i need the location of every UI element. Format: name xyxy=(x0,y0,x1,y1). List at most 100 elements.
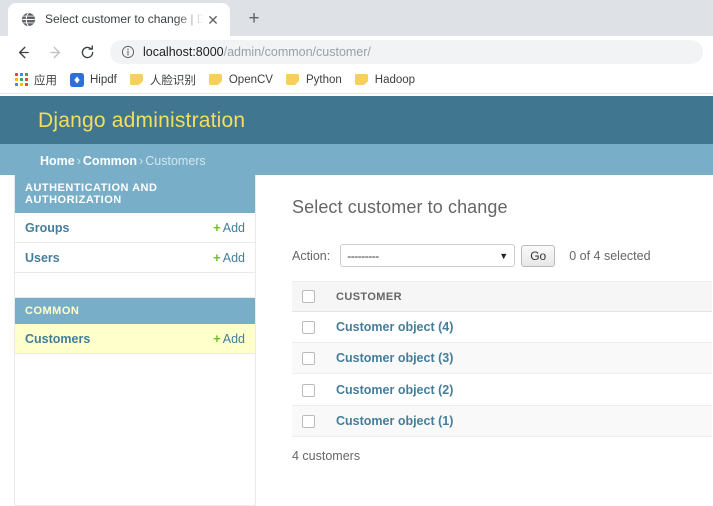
row-select-cell xyxy=(292,311,326,344)
bookmark-label: 人脸识别 xyxy=(149,74,196,87)
column-header-customer[interactable]: CUSTOMER xyxy=(326,281,712,312)
bookmark-apps[interactable]: 应用 xyxy=(10,69,64,91)
action-selected-value: --------- xyxy=(347,248,379,263)
add-link-customers[interactable]: Add xyxy=(223,332,245,346)
site-title: Django administration xyxy=(38,109,246,132)
bookmark-opencv[interactable]: OpenCV xyxy=(205,69,280,91)
add-cell-users: + Add xyxy=(148,242,255,273)
bookmark-hadoop[interactable]: Hadoop xyxy=(351,69,422,91)
table-row[interactable]: Customer object (4) xyxy=(292,311,712,344)
browser-window: Select customer to change | Dj ✕ + local… xyxy=(0,0,713,506)
sidebar-link-groups[interactable]: Groups xyxy=(25,221,69,235)
folder-icon xyxy=(208,72,224,88)
bookmark-python[interactable]: Python xyxy=(282,69,349,91)
new-tab-button[interactable]: + xyxy=(240,5,268,33)
page-title: Select customer to change xyxy=(292,197,508,217)
folder-icon xyxy=(129,72,145,88)
breadcrumb-customers: Customers xyxy=(145,154,206,168)
row-select-cell xyxy=(292,342,326,375)
hipdf-icon xyxy=(69,72,85,88)
breadcrumb-common[interactable]: Common xyxy=(83,154,137,168)
sidebar-item-groups[interactable]: Groups + Add xyxy=(15,213,255,243)
sidebar-panel: AUTHENTICATION AND AUTHORIZATION Groups … xyxy=(14,175,256,506)
add-cell-groups: + Add xyxy=(148,213,255,243)
tab-title: Select customer to change | Dj xyxy=(45,12,204,26)
breadcrumb-home[interactable]: Home xyxy=(40,154,75,168)
page-viewport: Django administration Home › Common › Custom… xyxy=(0,96,713,506)
app-auth-table: AUTHENTICATION AND AUTHORIZATION Groups … xyxy=(15,175,255,298)
sidebar: AUTHENTICATION AND AUTHORIZATION Groups … xyxy=(0,175,256,506)
row-value-cell: Customer object (2) xyxy=(326,373,712,406)
customer-link[interactable]: Customer object (1) xyxy=(336,414,453,428)
bookmark-label: Hadoop xyxy=(374,73,416,86)
results-table: CUSTOMER Customer object (4) Customer ob… xyxy=(292,281,712,437)
folder-icon xyxy=(285,72,301,88)
row-value-cell: Customer object (4) xyxy=(326,311,712,344)
model-name-cell: Customers xyxy=(15,324,165,354)
bookmark-label: 应用 xyxy=(34,74,57,87)
row-checkbox[interactable] xyxy=(302,414,315,428)
bookmark-hipdf[interactable]: Hipdf xyxy=(66,69,124,91)
customer-link[interactable]: Customer object (3) xyxy=(336,351,453,365)
bookmark-face-recognition[interactable]: 人脸识别 xyxy=(126,69,203,91)
info-circle-icon[interactable] xyxy=(120,45,135,60)
app-common-table: COMMON Customers + Add xyxy=(15,298,255,354)
go-button[interactable]: Go xyxy=(521,244,556,267)
row-select-cell xyxy=(292,405,326,437)
close-icon[interactable]: ✕ xyxy=(204,11,222,29)
address-bar[interactable]: localhost:8000/admin/common/customer/ xyxy=(110,40,703,64)
main-content: Select customer to change Action: ------… xyxy=(256,175,713,506)
bookmarks-bar: 应用 Hipdf 人脸识别 OpenCV Python Hadoop xyxy=(0,68,713,94)
breadcrumb: Home › Common › Customers xyxy=(0,144,713,175)
app-caption-common[interactable]: COMMON xyxy=(15,298,255,324)
sidebar-item-customers[interactable]: Customers + Add xyxy=(15,324,255,354)
sidebar-spacer xyxy=(15,272,255,298)
paginator: 4 customers xyxy=(292,448,361,463)
add-cell-customers: + Add xyxy=(164,324,255,354)
row-value-cell: Customer object (3) xyxy=(326,342,712,375)
plus-icon: + xyxy=(213,331,221,346)
row-select-cell xyxy=(292,373,326,406)
folder-icon xyxy=(354,72,370,88)
browser-toolbar: localhost:8000/admin/common/customer/ xyxy=(0,36,713,68)
table-header-row: CUSTOMER xyxy=(292,281,712,312)
model-name-cell: Groups xyxy=(15,213,148,243)
actions-bar: Action: --------- ▼ Go 0 of 4 selected xyxy=(292,244,713,267)
table-row[interactable]: Customer object (2) xyxy=(292,373,712,406)
app-caption-auth[interactable]: AUTHENTICATION AND AUTHORIZATION xyxy=(15,175,255,213)
back-icon[interactable] xyxy=(10,39,36,65)
action-select[interactable]: --------- ▼ xyxy=(340,244,516,267)
django-header: Django administration xyxy=(0,96,713,144)
chevron-down-icon: ▼ xyxy=(499,250,509,261)
url-text: localhost:8000/admin/common/customer/ xyxy=(143,45,371,59)
sidebar-link-customers[interactable]: Customers xyxy=(25,332,90,346)
table-row[interactable]: Customer object (3) xyxy=(292,342,712,375)
customer-link[interactable]: Customer object (4) xyxy=(336,320,453,334)
model-name-cell: Users xyxy=(15,242,148,273)
action-label: Action: xyxy=(292,248,331,263)
selected-count: 0 of 4 selected xyxy=(569,248,651,263)
customer-link[interactable]: Customer object (2) xyxy=(336,383,453,397)
add-link-users[interactable]: Add xyxy=(223,251,245,265)
row-checkbox[interactable] xyxy=(302,321,315,335)
sidebar-item-users[interactable]: Users + Add xyxy=(15,242,255,273)
apps-grid-icon xyxy=(13,72,29,88)
sidebar-link-users[interactable]: Users xyxy=(25,251,60,265)
row-checkbox[interactable] xyxy=(302,383,315,397)
select-all-checkbox[interactable] xyxy=(302,290,315,303)
add-link-groups[interactable]: Add xyxy=(223,221,245,235)
globe-icon xyxy=(20,12,36,28)
select-all-header xyxy=(292,281,326,312)
content-wrapper: AUTHENTICATION AND AUTHORIZATION Groups … xyxy=(0,175,713,506)
forward-icon xyxy=(42,39,68,65)
url-path: /admin/common/customer/ xyxy=(223,45,371,59)
bookmark-label: Python xyxy=(305,73,342,86)
table-row[interactable]: Customer object (1) xyxy=(292,405,712,437)
plus-icon: + xyxy=(213,220,221,235)
tab-strip: Select customer to change | Dj ✕ + xyxy=(0,0,713,36)
bookmark-label: Hipdf xyxy=(90,73,117,86)
browser-tab[interactable]: Select customer to change | Dj ✕ xyxy=(8,3,230,36)
results-list: CUSTOMER Customer object (4) Customer ob… xyxy=(292,281,712,463)
reload-icon[interactable] xyxy=(74,39,100,65)
row-checkbox[interactable] xyxy=(302,352,315,366)
